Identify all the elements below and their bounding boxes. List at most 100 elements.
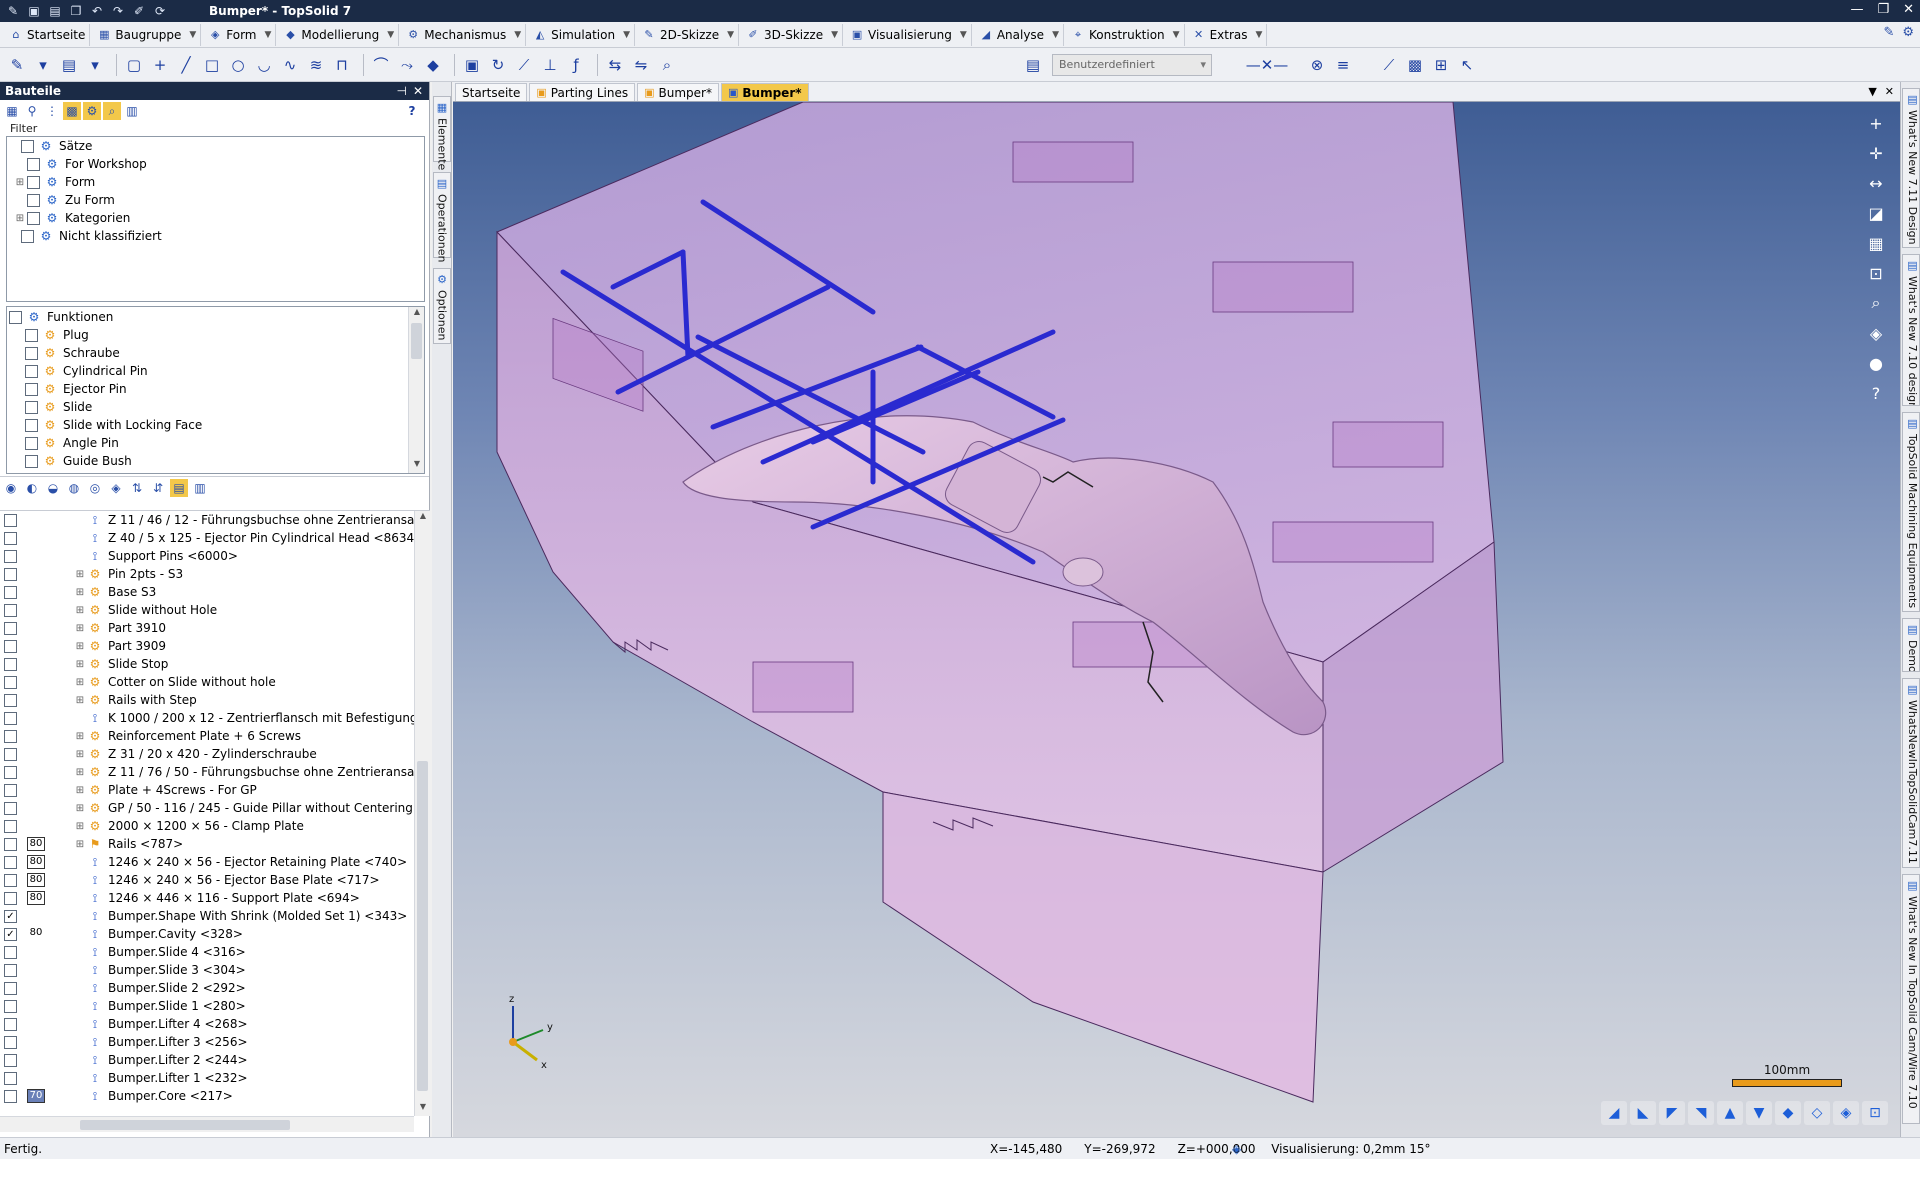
expand-icon[interactable]: ⊞ [75, 785, 85, 796]
checkbox[interactable] [25, 364, 38, 378]
table-row[interactable]: ⊞ ⚙ Rails with Step [0, 691, 430, 709]
table-row[interactable]: ⟟ Bumper.Slide 3 <304> [0, 961, 430, 979]
checkbox[interactable] [25, 436, 38, 450]
parts-scrollbar[interactable]: ▲ ▼ [414, 511, 430, 1116]
point-icon[interactable]: + [149, 54, 171, 76]
tab-extras[interactable]: ✕ Extras ▼ [1187, 23, 1268, 46]
tab-elemente[interactable]: ▦ Elemente [433, 96, 451, 170]
close-window-button[interactable]: ✕ [1903, 2, 1914, 17]
link-icon[interactable]: ⚲ [23, 102, 41, 120]
saetze-item[interactable]: ⚙ Sätze [7, 137, 424, 155]
visibility-checkbox[interactable] [4, 585, 17, 599]
view-iso2-icon[interactable]: ◇ [1804, 1101, 1830, 1125]
scroll-up-icon[interactable]: ▲ [415, 511, 430, 525]
chevron-down-icon[interactable]: ▼ [387, 30, 394, 40]
table-row[interactable]: 80 ⟟ 1246 × 240 × 56 - Ejector Base Plate … [0, 871, 430, 889]
table-row[interactable]: ⊞ ⚙ Cotter on Slide without hole [0, 673, 430, 691]
expand-icon[interactable]: ⊞ [75, 569, 85, 580]
table-row[interactable]: ⊞ ⚙ Plate + 4Screws - For GP [0, 781, 430, 799]
axis-icon[interactable]: ⟋ [513, 54, 535, 76]
saetze-item[interactable]: ⊞ ⚙ Form [7, 173, 424, 191]
visibility-checkbox[interactable] [4, 675, 17, 689]
table-row[interactable]: 80 ⟟ 1246 × 446 × 116 - Support Plate <694… [0, 889, 430, 907]
tab-form[interactable]: ◈ Form ▼ [203, 23, 277, 46]
layout-icon[interactable]: ▦ [1864, 232, 1888, 254]
tab-demo[interactable]: ▤Demo [1902, 618, 1920, 672]
doc-tab-bumper[interactable]: ▣ Bumper* [637, 83, 719, 101]
view-iso3-icon[interactable]: ◈ [1833, 1101, 1859, 1125]
visibility-checkbox[interactable] [4, 1053, 17, 1067]
table-row[interactable]: ⟟ Bumper.Lifter 3 <256> [0, 1033, 430, 1051]
tab-3d-skizze[interactable]: ✐ 3D-Skizze ▼ [741, 23, 844, 46]
checkbox[interactable] [27, 211, 40, 225]
function-item[interactable]: ⚙ Slide with Locking Face [7, 416, 424, 434]
new-sketch-icon[interactable]: ▢ [123, 54, 145, 76]
visibility-checkbox[interactable] [4, 819, 17, 833]
grid-icon[interactable]: ⊞ [1430, 54, 1452, 76]
scroll-down-icon[interactable]: ▼ [415, 1102, 430, 1116]
visibility-checkbox[interactable] [4, 873, 17, 887]
app-menu-icon[interactable]: ✎ [4, 3, 22, 19]
visibility-checkbox[interactable] [4, 549, 17, 563]
saetze-item[interactable]: ⚙ Nicht klassifiziert [7, 227, 424, 245]
tab-operationen[interactable]: ▤ Operationen [433, 172, 451, 262]
doc-tab-bumper-active[interactable]: ▣ Bumper* [720, 83, 809, 101]
expand-icon[interactable]: ⊞ [15, 213, 25, 224]
visibility-checkbox[interactable] [4, 855, 17, 869]
table-row[interactable]: ✓ ⟟ Bumper.Shape With Shrink (Molded Set 1… [0, 907, 430, 925]
chevron-down-icon[interactable]: ▼ [727, 30, 734, 40]
circle-icon[interactable]: ○ [227, 54, 249, 76]
tab-simulation[interactable]: ◭ Simulation ▼ [528, 23, 635, 46]
checkbox[interactable] [21, 139, 34, 153]
minimize-button[interactable]: — [1850, 2, 1863, 17]
profile-icon[interactable]: ⊓ [331, 54, 353, 76]
expand-icon[interactable]: ⊞ [75, 767, 85, 778]
table-row[interactable]: ⊞ ⚙ Slide Stop [0, 655, 430, 673]
saetze-item[interactable]: ⊞ ⚙ Kategorien [7, 209, 424, 227]
tab-whats-new-710[interactable]: ▤What's New 7.10 design [1902, 254, 1920, 406]
arc-icon[interactable]: ◡ [253, 54, 275, 76]
expand-icon[interactable]: ⊞ [75, 839, 85, 850]
save-all-icon[interactable]: ▤ [46, 3, 64, 19]
line-style-icon[interactable]: —✕— [1232, 54, 1302, 76]
pattern-icon[interactable]: ⊗ [1306, 54, 1328, 76]
tab-whats-new-711[interactable]: ▤What's New 7.11 Design [1902, 88, 1920, 248]
tab-konstruktion[interactable]: ⌖ Konstruktion ▼ [1066, 23, 1185, 46]
visibility-checkbox[interactable] [4, 729, 17, 743]
tab-analyse[interactable]: ◢ Analyse ▼ [974, 23, 1064, 46]
tab-2d-skizze[interactable]: ✎ 2D-Skizze ▼ [637, 23, 739, 46]
zoom-icon[interactable]: ⌕ [1864, 292, 1888, 314]
visibility-checkbox[interactable] [4, 711, 17, 725]
scroll-down-icon[interactable]: ▼ [409, 459, 424, 473]
chevron-down-icon[interactable]: ▼ [623, 30, 630, 40]
expand-icon[interactable]: ⊞ [15, 177, 25, 188]
close-document-icon[interactable]: ✕ [1885, 85, 1894, 98]
chevron-down-icon[interactable]: ▾ [84, 54, 106, 76]
tree-icon[interactable]: ▦ [3, 102, 21, 120]
visibility-checkbox[interactable] [4, 891, 17, 905]
table-row[interactable]: 80 ⟟ 1246 × 240 × 56 - Ejector Retaining P… [0, 853, 430, 871]
function-item[interactable]: ⚙ Angle Pin [7, 434, 424, 452]
search-icon[interactable]: ⌕ [103, 102, 121, 120]
zoom-window-icon[interactable]: ⊡ [1864, 262, 1888, 284]
visibility-checkbox[interactable] [4, 657, 17, 671]
help-icon[interactable]: ? [1864, 382, 1888, 404]
view-front-icon[interactable]: ◢ [1601, 1101, 1627, 1125]
view-fit-icon[interactable]: ⊡ [1862, 1101, 1888, 1125]
filter-set-icon[interactable]: ▩ [63, 102, 81, 120]
style-combo[interactable]: Benutzerdefiniert [1052, 53, 1212, 76]
tab-list-icon[interactable]: ▼ [1868, 85, 1876, 98]
table-row[interactable]: ⟟ K 1000 / 200 x 12 - Zentrierflansch mit… [0, 709, 430, 727]
expand-icon[interactable]: ⊞ [75, 677, 85, 688]
snap-icon[interactable]: ▩ [1404, 54, 1426, 76]
chevron-down-icon[interactable]: ▼ [189, 30, 196, 40]
visibility-checkbox[interactable] [4, 945, 17, 959]
visibility-checkbox[interactable] [4, 963, 17, 977]
help-icon[interactable]: ? [403, 102, 421, 120]
chevron-down-icon[interactable]: ▼ [265, 30, 272, 40]
tab-modellierung[interactable]: ◆ Modellierung ▼ [278, 23, 400, 46]
add-icon[interactable]: + [1864, 112, 1888, 134]
tab-visualisierung[interactable]: ▣ Visualisierung ▼ [845, 23, 972, 46]
table-row[interactable]: ⊞ ⚙ Part 3910 [0, 619, 430, 637]
visibility-checkbox[interactable]: ✓ [4, 909, 17, 923]
